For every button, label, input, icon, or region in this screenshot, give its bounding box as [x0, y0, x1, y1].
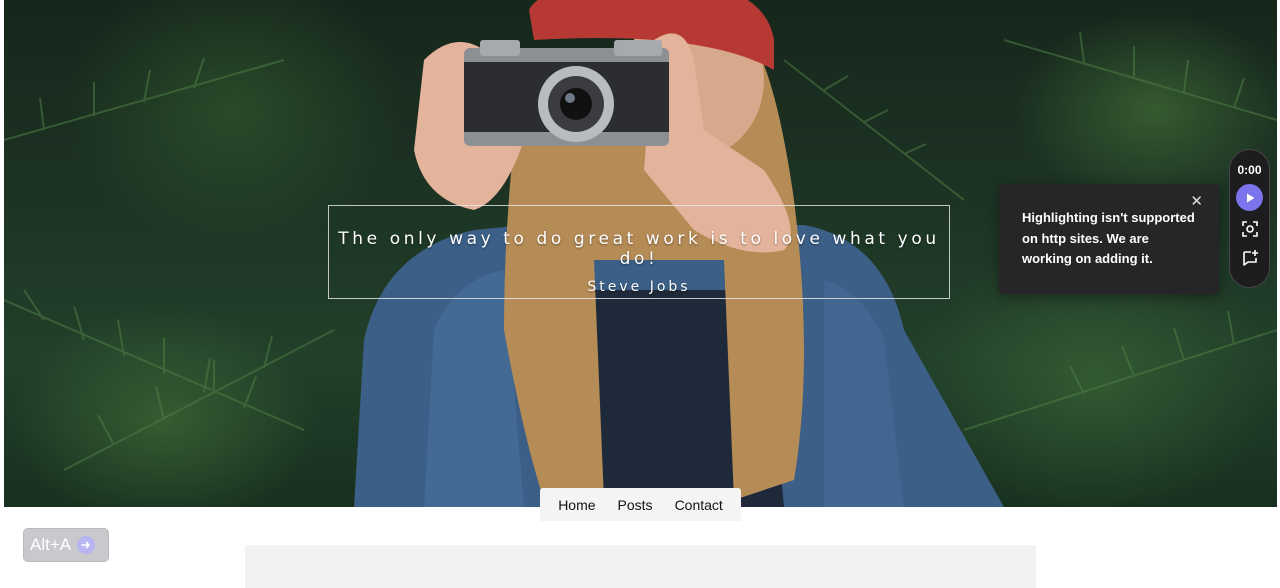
play-icon	[1246, 193, 1254, 202]
tooltip-message: Highlighting isn't supported on http sit…	[1022, 210, 1195, 266]
add-highlight-button[interactable]	[1239, 247, 1261, 269]
quote-author: Steve Jobs	[587, 279, 691, 295]
play-button[interactable]	[1236, 184, 1263, 211]
recording-timer: 0:00	[1237, 163, 1262, 177]
highlight-tooltip: ✕ Highlighting isn't supported on http s…	[999, 184, 1219, 294]
add-highlight-icon	[1242, 250, 1258, 266]
shortcut-label: Alt+A	[30, 535, 72, 554]
quote-box: The only way to do great work is to love…	[328, 205, 950, 299]
nav-contact[interactable]: Contact	[664, 497, 734, 513]
screenshot-icon	[1241, 221, 1258, 237]
content-placeholder	[245, 545, 1036, 588]
nav-posts[interactable]: Posts	[607, 497, 664, 513]
close-icon[interactable]: ✕	[1190, 193, 1203, 211]
shortcut-badge[interactable]: Alt+A	[23, 528, 109, 562]
arrow-right-icon	[77, 536, 96, 554]
main-nav: Home Posts Contact	[540, 488, 741, 521]
recorder-toolbar: 0:00	[1229, 149, 1270, 288]
screenshot-button[interactable]	[1239, 218, 1261, 240]
quote-text: The only way to do great work is to love…	[338, 229, 940, 269]
nav-home[interactable]: Home	[547, 497, 606, 513]
